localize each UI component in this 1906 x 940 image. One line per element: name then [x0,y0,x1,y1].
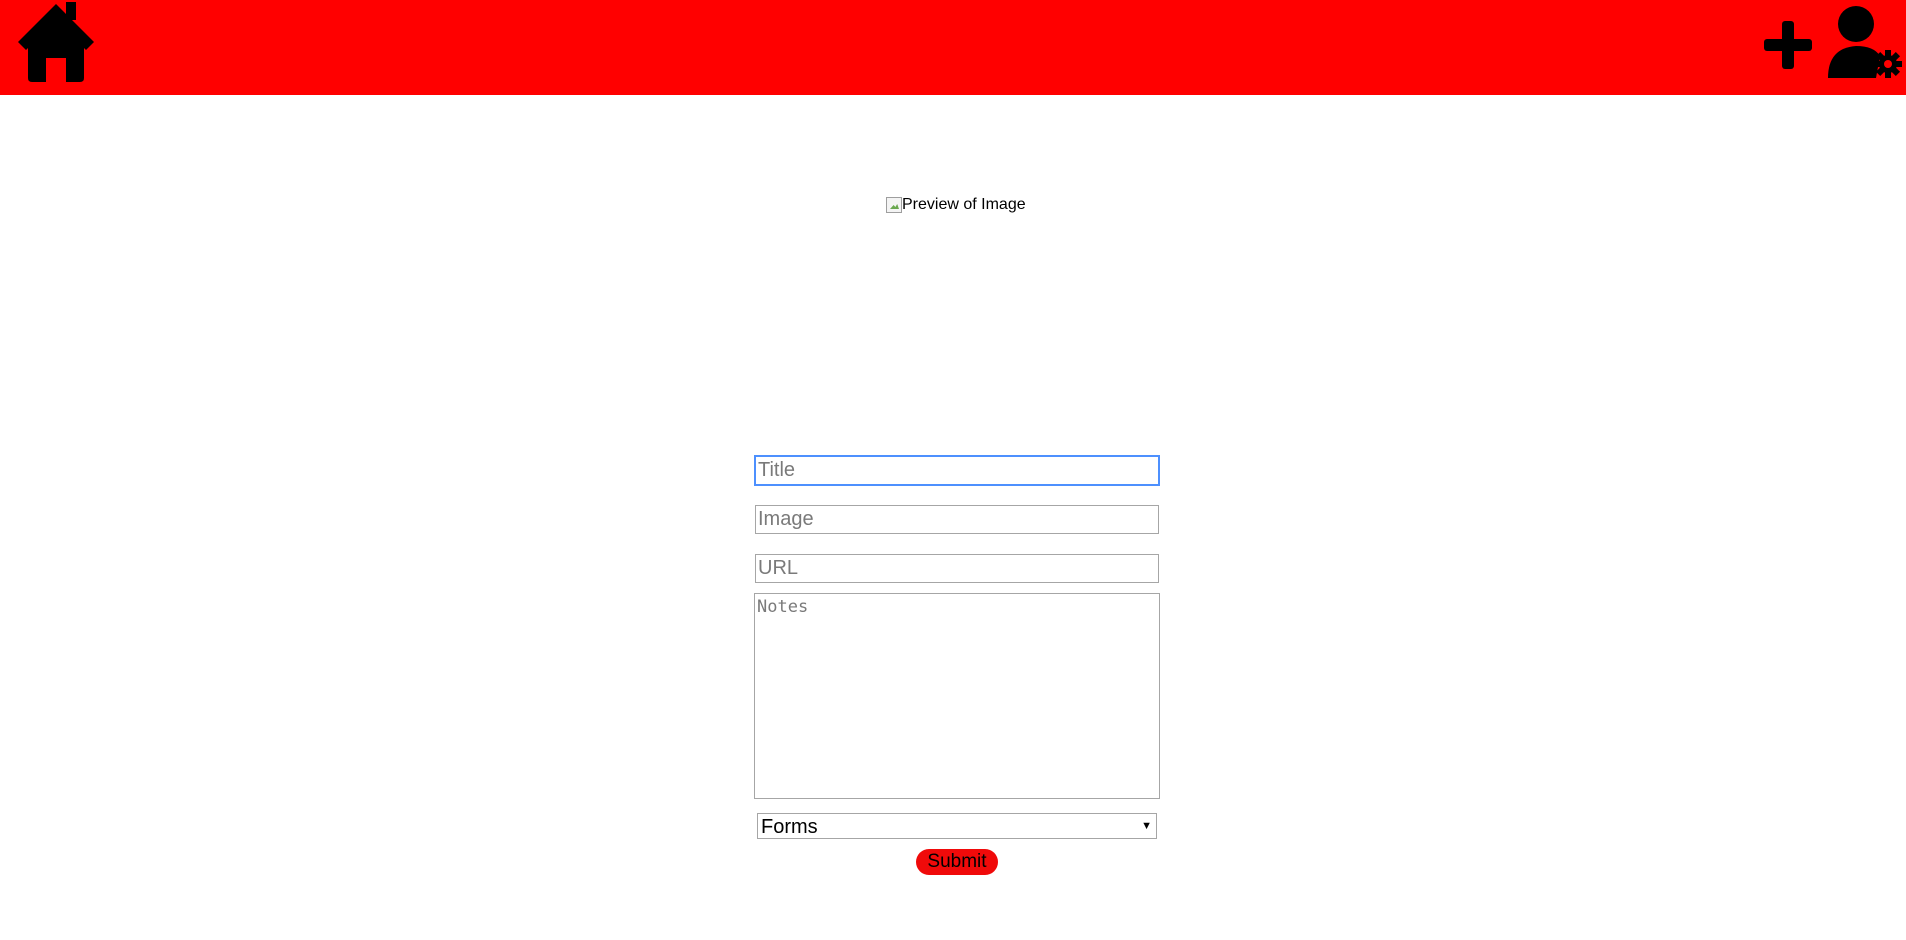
image-preview-alt-text: Preview of Image [902,196,1026,213]
image-url-input[interactable] [755,505,1159,534]
notes-textarea[interactable] [754,593,1160,799]
dropdown-arrow-icon: ▼ [1141,820,1152,832]
url-input[interactable] [755,554,1159,583]
home-icon [18,2,94,82]
add-button[interactable] [1762,19,1814,71]
plus-icon [1764,21,1812,69]
user-settings-button[interactable] [1824,4,1904,80]
category-select-value: Forms [761,816,818,838]
broken-image-icon [886,197,902,213]
category-select[interactable]: Forms ▼ [757,813,1157,839]
title-input[interactable] [755,456,1159,485]
image-preview: Preview of Image [886,194,1026,216]
top-navigation-bar [0,0,1906,95]
submit-button[interactable]: Submit [916,849,998,875]
home-button[interactable] [14,0,98,84]
user-gear-icon [1828,6,1902,78]
